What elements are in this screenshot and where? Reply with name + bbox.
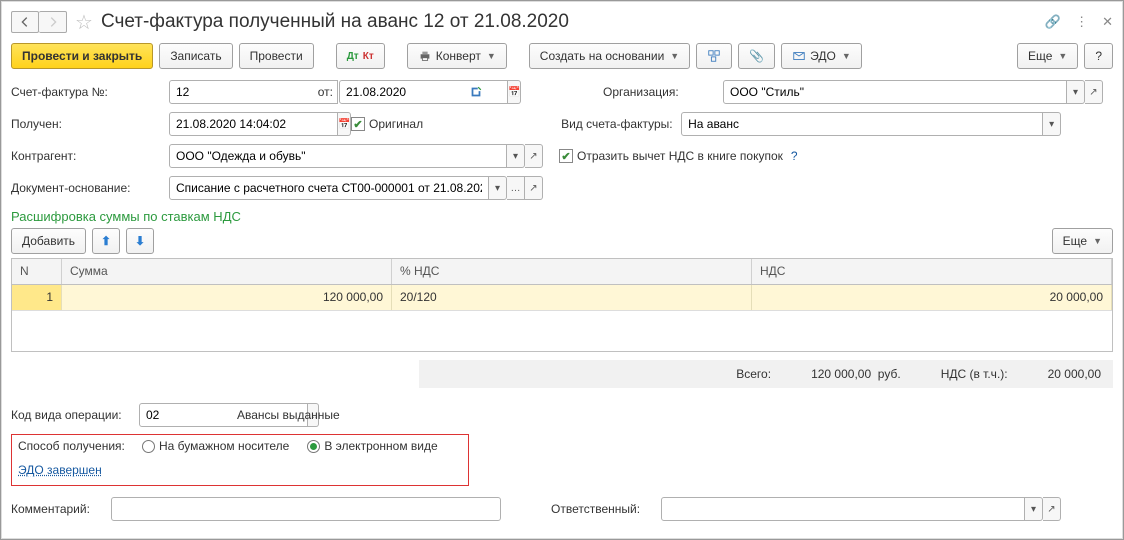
edo-icon <box>792 49 806 63</box>
edo-completed-link[interactable]: ЭДО завершен <box>18 463 102 477</box>
table-empty-space <box>12 311 1112 351</box>
cell-vat: 20/120 <box>392 285 752 310</box>
cell-nds: 20 000,00 <box>752 285 1112 310</box>
arrow-left-icon <box>18 15 32 29</box>
nav-back-button[interactable] <box>11 11 39 33</box>
link-icon[interactable]: 🔗 <box>1045 14 1061 30</box>
create-based-on-button[interactable]: Создать на основании▼ <box>529 43 690 69</box>
basis-select[interactable]: … <box>507 176 525 200</box>
col-header-nds: НДС <box>752 259 1112 284</box>
col-header-sum: Сумма <box>62 259 392 284</box>
org-label: Организация: <box>603 85 723 99</box>
paperclip-icon: 📎 <box>749 49 764 63</box>
radio-electronic[interactable] <box>307 440 320 453</box>
receive-mode-label: Способ получения: <box>18 439 138 453</box>
help-icon[interactable]: ? <box>791 149 798 163</box>
from-label: от: <box>309 85 339 99</box>
basis-dropdown[interactable]: ▾ <box>489 176 507 200</box>
structure-icon <box>707 49 721 63</box>
breakdown-section-title: Расшифровка суммы по ставкам НДС <box>11 209 1113 224</box>
kind-dropdown[interactable]: ▾ <box>1043 112 1061 136</box>
printer-icon <box>418 49 432 63</box>
counterparty-dropdown[interactable]: ▾ <box>507 144 525 168</box>
comment-input[interactable] <box>111 497 501 521</box>
post-button[interactable]: Провести <box>239 43 314 69</box>
more-menu-icon[interactable]: ⋮ <box>1075 14 1088 30</box>
structure-button[interactable] <box>696 43 732 69</box>
kind-input[interactable] <box>681 112 1043 136</box>
responsible-open[interactable]: ↗ <box>1043 497 1061 521</box>
arrow-right-icon <box>46 15 60 29</box>
dt-kt-icon: Дт <box>347 51 359 62</box>
number-label: Счет-фактура №: <box>11 85 169 99</box>
org-input[interactable] <box>723 80 1067 104</box>
calendar-button[interactable]: 📅 <box>508 80 521 104</box>
attach-button[interactable]: 📎 <box>738 43 775 69</box>
received-input[interactable] <box>169 112 338 136</box>
nav-forward-button[interactable] <box>39 11 67 33</box>
move-down-button[interactable]: ⬇ <box>126 228 154 254</box>
op-code-label: Код вида операции: <box>11 408 139 422</box>
calendar-icon: 📅 <box>508 87 520 98</box>
cell-sum: 120 000,00 <box>62 285 392 310</box>
favorite-icon[interactable]: ☆ <box>75 10 93 35</box>
org-dropdown[interactable]: ▾ <box>1067 80 1085 104</box>
op-code-text: Авансы выданные <box>237 408 340 422</box>
main-toolbar: Провести и закрыть Записать Провести ДтК… <box>11 43 1113 69</box>
receive-mode-highlight: Способ получения: На бумажном носителе В… <box>11 434 469 486</box>
more-button[interactable]: Еще▼ <box>1017 43 1078 69</box>
save-button[interactable]: Записать <box>159 43 232 69</box>
page-title: Счет-фактура полученный на аванс 12 от 2… <box>101 11 1045 33</box>
cell-n: 1 <box>12 285 62 310</box>
col-header-n: N <box>12 259 62 284</box>
table-more-button[interactable]: Еще▼ <box>1052 228 1113 254</box>
add-row-button[interactable]: Добавить <box>11 228 86 254</box>
radio-paper[interactable] <box>142 440 155 453</box>
document-window: ☆ Счет-фактура полученный на аванс 12 от… <box>0 0 1124 540</box>
responsible-input[interactable] <box>661 497 1025 521</box>
org-open[interactable]: ↗ <box>1085 80 1103 104</box>
basis-label: Документ-основание: <box>11 181 169 195</box>
reflect-checkbox[interactable]: ✔ Отразить вычет НДС в книге покупок ? <box>559 149 798 163</box>
kind-label: Вид счета-фактуры: <box>561 117 681 131</box>
dt-kt-button[interactable]: ДтКт <box>336 43 385 69</box>
responsible-dropdown[interactable]: ▾ <box>1025 497 1043 521</box>
post-and-close-button[interactable]: Провести и закрыть <box>11 43 153 69</box>
ext-edit-icon[interactable] <box>469 85 483 99</box>
arrow-down-icon: ⬇ <box>135 234 145 248</box>
counterparty-label: Контрагент: <box>11 149 169 163</box>
edo-button[interactable]: ЭДО▼ <box>781 43 862 69</box>
help-button[interactable]: ? <box>1084 43 1113 69</box>
table-row[interactable]: 1 120 000,00 20/120 20 000,00 <box>12 285 1112 311</box>
vat-breakdown-table: N Сумма % НДС НДС 1 120 000,00 20/120 20… <box>11 258 1113 352</box>
responsible-label: Ответственный: <box>551 502 661 516</box>
counterparty-open[interactable]: ↗ <box>525 144 543 168</box>
print-button[interactable]: Конверт▼ <box>407 43 507 69</box>
close-icon[interactable]: ✕ <box>1102 14 1113 30</box>
received-label: Получен: <box>11 117 169 131</box>
received-calendar[interactable]: 📅 <box>338 112 351 136</box>
arrow-up-icon: ⬆ <box>101 234 111 248</box>
col-header-vat: % НДС <box>392 259 752 284</box>
totals-bar: Всего: 120 000,00 руб. НДС (в т.ч.): 20 … <box>419 360 1113 388</box>
comment-label: Комментарий: <box>11 502 111 516</box>
original-checkbox[interactable]: ✔ Оригинал <box>351 117 423 131</box>
move-up-button[interactable]: ⬆ <box>92 228 120 254</box>
title-bar: ☆ Счет-фактура полученный на аванс 12 от… <box>11 7 1113 37</box>
counterparty-input[interactable] <box>169 144 507 168</box>
basis-open[interactable]: ↗ <box>525 176 543 200</box>
basis-input[interactable] <box>169 176 489 200</box>
calendar-icon: 📅 <box>338 119 350 130</box>
